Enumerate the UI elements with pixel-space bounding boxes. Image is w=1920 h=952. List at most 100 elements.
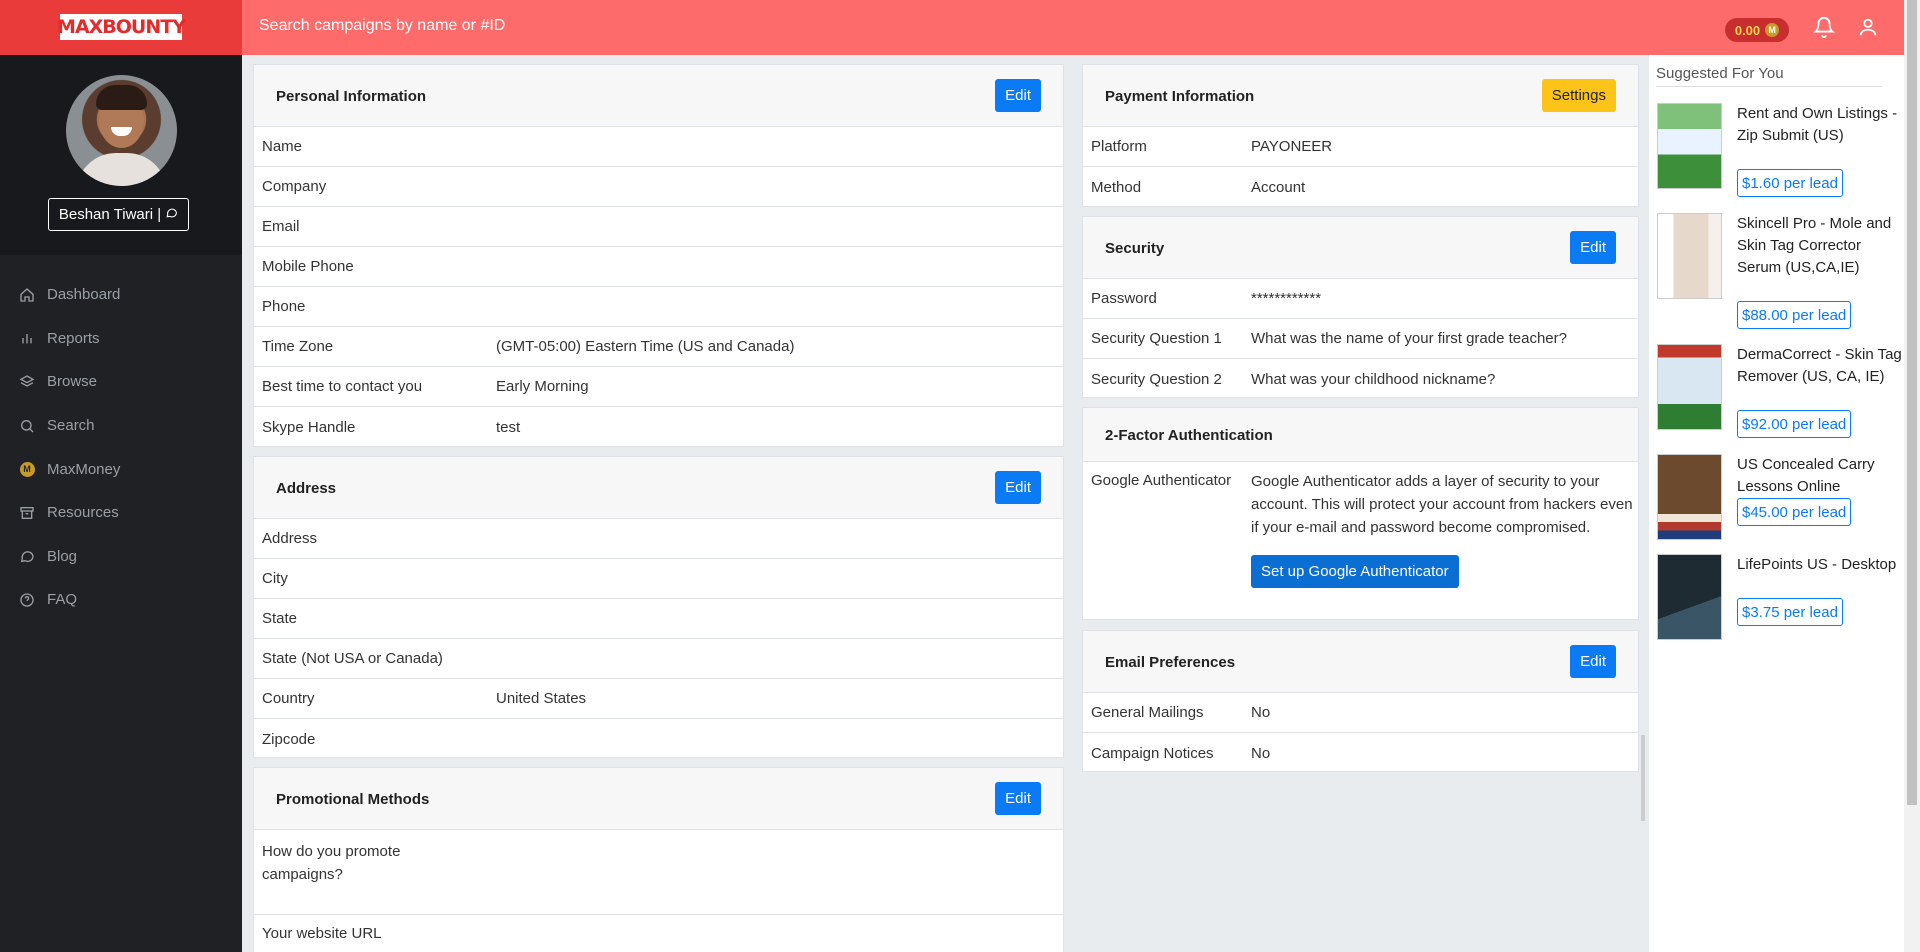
offer-thumbnail[interactable] xyxy=(1657,103,1722,189)
sidebar-item-reports[interactable]: Reports xyxy=(0,317,242,361)
edit-promo-button[interactable]: Edit xyxy=(995,782,1041,815)
field-label: Mobile Phone xyxy=(262,258,354,275)
offer-card[interactable]: LifePoints US - Desktop $3.75 per lead xyxy=(1657,554,1902,644)
card-header: Email Preferences Edit xyxy=(1083,631,1638,693)
payment-settings-button[interactable]: Settings xyxy=(1541,79,1616,112)
sidebar-item-label: Resources xyxy=(47,504,119,522)
suggested-panel: Suggested For You Rent and Own Listings … xyxy=(1649,55,1904,952)
offer-thumbnail[interactable] xyxy=(1657,344,1722,430)
offer-price-button[interactable]: $92.00 per lead xyxy=(1737,410,1852,438)
field-label: Security Question 2 xyxy=(1091,370,1222,388)
card-header: Personal Information Edit xyxy=(254,65,1063,127)
offer-thumbnail[interactable] xyxy=(1657,213,1722,299)
offer-price-button[interactable]: $3.75 per lead xyxy=(1737,598,1843,626)
profile-name-button[interactable]: Beshan Tiwari | xyxy=(48,198,189,231)
sidebar-item-resources[interactable]: Resources xyxy=(0,491,242,535)
offer-title[interactable]: LifePoints US - Desktop xyxy=(1737,554,1902,576)
field-value: test xyxy=(496,418,521,436)
field-label: Campaign Notices xyxy=(1091,744,1214,762)
top-bar: MAXBOUNTY Search campaigns by name or #I… xyxy=(0,0,1904,55)
field-label: Phone xyxy=(262,298,306,315)
table-row: Security Question 1 What was the name of … xyxy=(1083,319,1638,359)
edit-email-button[interactable]: Edit xyxy=(1570,645,1616,678)
field-label: Time Zone xyxy=(262,338,334,355)
sidebar-item-dashboard[interactable]: Dashboard xyxy=(0,273,242,317)
offer-title[interactable]: DermaCorrect - Skin Tag Remover (US, CA,… xyxy=(1737,344,1902,388)
field-label: City xyxy=(262,570,288,587)
balance-badge[interactable]: 0.00 M xyxy=(1725,18,1789,42)
offer-price-button[interactable]: $88.00 per lead xyxy=(1737,301,1852,329)
sidebar-item-faq[interactable]: FAQ xyxy=(0,578,242,622)
card-title: Personal Information xyxy=(276,88,427,105)
maxbounty-logo[interactable]: MAXBOUNTY xyxy=(57,14,186,40)
archive-icon xyxy=(18,504,36,522)
offer-card[interactable]: DermaCorrect - Skin Tag Remover (US, CA,… xyxy=(1657,344,1902,444)
card-title: Security xyxy=(1105,240,1165,257)
maxmoney-coin-icon: M xyxy=(1765,23,1780,37)
field-value: (GMT-05:00) Eastern Time (US and Canada) xyxy=(496,338,795,355)
card-header: Promotional Methods Edit xyxy=(254,768,1063,830)
promotional-methods-card: Promotional Methods Edit How do you prom… xyxy=(253,767,1064,952)
sidebar-item-blog[interactable]: Blog xyxy=(0,535,242,579)
offer-title[interactable]: US Concealed Carry Lessons Online xyxy=(1737,454,1902,498)
field-label: State (Not USA or Canada) xyxy=(262,650,443,667)
field-label: Your website URL xyxy=(262,925,382,942)
field-label: Address xyxy=(262,530,318,547)
offer-price-button[interactable]: $45.00 per lead xyxy=(1737,498,1852,526)
search-input[interactable]: Search campaigns by name or #ID xyxy=(259,17,505,35)
chat-icon xyxy=(165,206,178,223)
offer-price-button[interactable]: $1.60 per lead xyxy=(1737,169,1843,197)
coin-icon: M xyxy=(18,460,36,478)
google-authenticator-row: Google Authenticator Google Authenticato… xyxy=(1083,462,1638,588)
home-icon xyxy=(18,286,36,304)
offer-title[interactable]: Skincell Pro - Mole and Skin Tag Correct… xyxy=(1737,213,1902,279)
google-authenticator-description: Google Authenticator adds a layer of sec… xyxy=(1251,473,1633,536)
page-scrollbar[interactable] xyxy=(1904,0,1920,952)
offer-card[interactable]: US Concealed Carry Lessons Online $45.00… xyxy=(1657,454,1902,544)
table-row: Email xyxy=(254,207,1063,247)
field-value: ************ xyxy=(1251,290,1322,307)
field-label: Method xyxy=(1091,178,1142,196)
field-label: Name xyxy=(262,138,303,155)
edit-security-button[interactable]: Edit xyxy=(1570,231,1616,264)
user-icon[interactable] xyxy=(1857,16,1879,43)
bar-chart-icon xyxy=(18,329,36,347)
sidebar-item-maxmoney[interactable]: M MaxMoney xyxy=(0,447,242,491)
sidebar: Beshan Tiwari | Dashboard Reports Browse… xyxy=(0,55,242,952)
field-label: Skype Handle xyxy=(262,418,356,436)
sidebar-item-browse[interactable]: Browse xyxy=(0,360,242,404)
offer-title[interactable]: Rent and Own Listings - Zip Submit (US) xyxy=(1737,103,1902,147)
table-row: State (Not USA or Canada) xyxy=(254,639,1063,679)
field-label: Password xyxy=(1091,290,1157,307)
card-title: Payment Information xyxy=(1105,88,1255,105)
sidebar-item-search[interactable]: Search xyxy=(0,404,242,448)
field-label: Company xyxy=(262,178,327,195)
edit-address-button[interactable]: Edit xyxy=(995,471,1041,504)
layers-icon xyxy=(18,373,36,391)
table-row: City xyxy=(254,559,1063,599)
offer-card[interactable]: Skincell Pro - Mole and Skin Tag Correct… xyxy=(1657,213,1902,333)
sidebar-item-label: Dashboard xyxy=(47,286,121,304)
offer-card[interactable]: Rent and Own Listings - Zip Submit (US) … xyxy=(1657,103,1902,203)
bell-icon[interactable] xyxy=(1812,16,1836,43)
scrollbar-thumb[interactable] xyxy=(1907,0,1917,805)
card-header: Address Edit xyxy=(254,457,1063,519)
panel-scrollbar[interactable] xyxy=(1641,735,1645,821)
card-title: Email Preferences xyxy=(1105,654,1236,671)
table-row: How do you promote campaigns? xyxy=(254,830,1063,915)
setup-google-authenticator-button[interactable]: Set up Google Authenticator xyxy=(1251,555,1459,588)
table-row: Your website URL xyxy=(254,915,1063,942)
sidebar-item-label: MaxMoney xyxy=(47,460,121,478)
edit-personal-button[interactable]: Edit xyxy=(995,79,1041,112)
offer-thumbnail[interactable] xyxy=(1657,554,1722,640)
personal-information-card: Personal Information Edit Name Company E… xyxy=(253,64,1064,447)
table-row: Time Zone (GMT-05:00) Eastern Time (US an… xyxy=(254,327,1063,367)
table-row: Security Question 2 What was your childho… xyxy=(1083,359,1638,399)
field-label: State xyxy=(262,610,298,627)
field-label: Best time to contact you xyxy=(262,378,423,395)
table-row: Platform PAYONEER xyxy=(1083,127,1638,167)
field-value: What was the name of your first grade te… xyxy=(1251,330,1567,347)
table-row: Mobile Phone xyxy=(254,247,1063,287)
offer-thumbnail[interactable] xyxy=(1657,454,1722,540)
sidebar-item-label: Browse xyxy=(47,373,98,391)
